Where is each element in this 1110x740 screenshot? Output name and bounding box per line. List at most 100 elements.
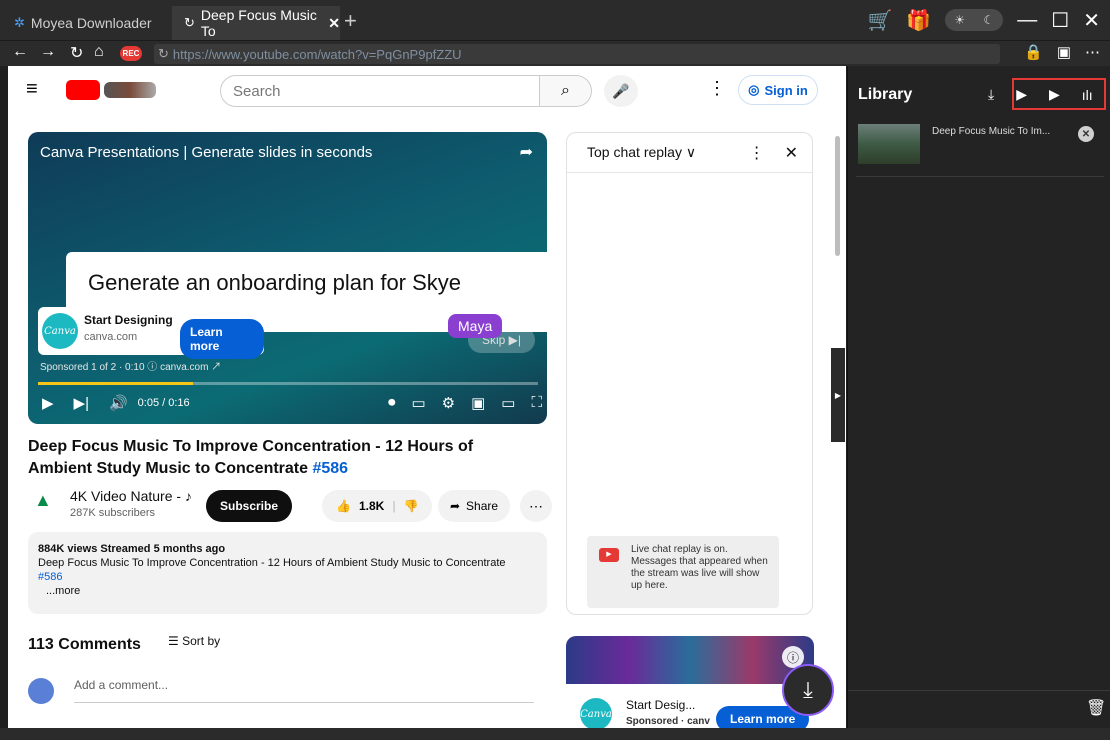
record-button[interactable]: REC xyxy=(120,46,142,61)
gift-icon[interactable]: 🎁 xyxy=(906,8,931,33)
more-icon[interactable]: ⋯ xyxy=(1085,43,1100,61)
subscribe-button[interactable]: Subscribe xyxy=(206,490,293,522)
brand-title: Start Designing xyxy=(84,313,173,327)
description-hashtag[interactable]: #586 xyxy=(38,570,537,584)
ad-brand-card[interactable]: Canva Start Designing canva.com Learn mo… xyxy=(38,307,264,359)
download-icon[interactable]: ⤓ xyxy=(988,86,994,103)
canva-logo-small: Canva xyxy=(580,698,612,728)
sun-icon: ☀ xyxy=(954,13,966,27)
autoplay-toggle-icon[interactable]: ⏺ xyxy=(388,394,396,412)
chat-header: Top chat replay ∨ ⋮ ✕ xyxy=(567,133,812,173)
sort-by-button[interactable]: ☰ Sort by xyxy=(168,634,220,648)
home-icon[interactable]: ⌂ xyxy=(94,43,104,61)
chat-close-icon[interactable]: ✕ xyxy=(785,143,798,163)
trash-icon[interactable]: 🗑 xyxy=(1086,698,1106,718)
user-avatar xyxy=(28,678,54,704)
library-title: Library xyxy=(858,86,913,103)
close-tab-icon[interactable]: ✕ xyxy=(328,15,340,32)
settings-gear-icon[interactable]: ⚙ xyxy=(442,394,455,412)
play-icon[interactable]: ▶ xyxy=(42,394,54,412)
reload-icon[interactable]: ↻ xyxy=(70,43,83,63)
captions-icon[interactable]: ▭ xyxy=(411,394,425,412)
extension-icon[interactable]: ▣ xyxy=(1057,43,1071,61)
tab-moyea-downloader[interactable]: ✲ Moyea Downloader xyxy=(8,6,170,40)
address-bar: ← → ↻ ⌂ REC ↻ https://www.youtube.com/wa… xyxy=(0,40,1110,66)
miniplayer-icon[interactable]: ▣ xyxy=(471,394,485,412)
settings-menu-icon[interactable]: ⋮ xyxy=(708,78,726,99)
sort-label: Sort by xyxy=(182,634,221,648)
player-controls: ▶ ▶| 🔊 0:05 / 0:16 ⏺ ▭ ⚙ ▣ ▭ ⛶ xyxy=(42,394,542,412)
volume-icon[interactable]: 🔊 xyxy=(109,394,128,412)
sidebar-ad-sponsored: Sponsored · canv xyxy=(626,716,710,727)
next-icon[interactable]: ▶| xyxy=(74,394,89,412)
web-content: ≡ Search ⌕ 🎤 ⋮ ◎ Sign in Canva Presentat… xyxy=(8,66,846,728)
player-right-controls: ⏺ ▭ ⚙ ▣ ▭ ⛶ xyxy=(388,394,542,412)
progress-bar[interactable] xyxy=(38,382,538,385)
share-arrow-icon[interactable]: ➦ xyxy=(520,142,533,162)
share-label: Share xyxy=(466,499,499,513)
youtube-small-icon: ▶ xyxy=(599,548,619,562)
ad-main-text: Generate an onboarding plan for Skye xyxy=(88,270,462,295)
channel-name[interactable]: 4K Video Nature - ♪ xyxy=(70,488,192,504)
show-more-link[interactable]: ...more xyxy=(38,584,537,598)
ad-header: Canva Presentations | Generate slides in… xyxy=(40,144,373,161)
channel-avatar[interactable]: ▲ xyxy=(34,490,52,511)
remove-item-icon[interactable]: ✕ xyxy=(1078,126,1094,142)
video-title: Deep Focus Music To Improve Concentratio… xyxy=(28,436,528,480)
doodle-icon[interactable] xyxy=(104,82,156,98)
sort-icon: ☰ xyxy=(168,634,179,648)
progress-fill xyxy=(38,382,193,385)
youtube-logo-icon[interactable] xyxy=(66,80,100,100)
lock-icon[interactable]: 🔒 xyxy=(1024,43,1043,61)
comment-input[interactable]: Add a comment... xyxy=(74,678,534,703)
like-count[interactable]: 1.8K xyxy=(359,499,384,513)
highlight-box xyxy=(1012,78,1106,110)
floating-download-button[interactable]: ⤓ xyxy=(782,664,834,716)
url-field[interactable]: ↻ https://www.youtube.com/watch?v=PqGnP9… xyxy=(154,44,1000,64)
video-player[interactable]: Canva Presentations | Generate slides in… xyxy=(28,132,547,424)
mic-icon: 🎤 xyxy=(612,82,630,99)
new-tab-button[interactable]: + xyxy=(344,8,357,34)
channel-row: ▲ 4K Video Nature - ♪ 287K subscribers S… xyxy=(28,486,552,522)
account-icon: ◎ xyxy=(748,82,760,97)
window-controls: 🛒 🎁 ☀ ☾ — ☐ ✕ xyxy=(867,0,1110,40)
minimize-icon[interactable]: — xyxy=(1017,9,1037,32)
search-button[interactable]: ⌕ xyxy=(540,75,592,107)
brand-url: canva.com xyxy=(84,331,138,343)
theater-icon[interactable]: ▭ xyxy=(501,394,515,412)
page-scrollbar[interactable] xyxy=(835,136,840,256)
like-icon[interactable]: 👍 xyxy=(336,499,351,513)
sign-in-button[interactable]: ◎ Sign in xyxy=(738,75,818,105)
library-item[interactable]: Deep Focus Music To Im... ✕ xyxy=(858,122,1108,166)
dislike-icon[interactable]: 👎 xyxy=(404,499,419,513)
chat-replay-note: ▶ Live chat replay is on. Messages that … xyxy=(587,536,779,608)
chat-more-icon[interactable]: ⋮ xyxy=(749,143,765,163)
hashtag-link[interactable]: #586 xyxy=(312,460,348,477)
title-bar: ✲ Moyea Downloader ↻ Deep Focus Music To… xyxy=(0,0,1110,40)
time-display: 0:05 / 0:16 xyxy=(137,397,190,409)
view-stats: 884K views Streamed 5 months ago xyxy=(38,543,226,555)
close-window-icon[interactable]: ✕ xyxy=(1083,8,1100,33)
maximize-icon[interactable]: ☐ xyxy=(1051,8,1069,33)
theme-toggle[interactable]: ☀ ☾ xyxy=(945,9,1004,31)
tab-youtube-video[interactable]: ↻ Deep Focus Music To ✕ xyxy=(172,6,340,40)
subscriber-count: 287K subscribers xyxy=(70,507,155,519)
forward-icon[interactable]: → xyxy=(40,43,56,61)
panel-collapse-handle[interactable]: ▶ xyxy=(831,348,845,442)
menu-icon[interactable]: ≡ xyxy=(26,78,38,101)
back-icon[interactable]: ← xyxy=(12,43,28,61)
learn-more-button[interactable]: Learn more xyxy=(180,319,264,359)
share-button[interactable]: ➦ Share xyxy=(438,490,510,522)
url-text: https://www.youtube.com/watch?v=PqGnP9pf… xyxy=(172,46,462,62)
voice-search-button[interactable]: 🎤 xyxy=(604,75,638,107)
description-box[interactable]: 884K views Streamed 5 months ago Deep Fo… xyxy=(28,532,547,614)
loading-icon: ↻ xyxy=(184,15,195,30)
fullscreen-icon[interactable]: ⛶ xyxy=(531,394,542,412)
more-actions-button[interactable]: ⋯ xyxy=(520,490,552,522)
cart-icon[interactable]: 🛒 xyxy=(867,8,892,33)
search-input[interactable]: Search xyxy=(220,75,540,107)
description-text: Deep Focus Music To Improve Concentratio… xyxy=(38,557,506,569)
maya-cursor-label: Maya xyxy=(448,314,503,338)
chat-mode-dropdown[interactable]: Top chat replay ∨ xyxy=(587,144,696,161)
tab-label: Deep Focus Music To xyxy=(200,7,317,39)
